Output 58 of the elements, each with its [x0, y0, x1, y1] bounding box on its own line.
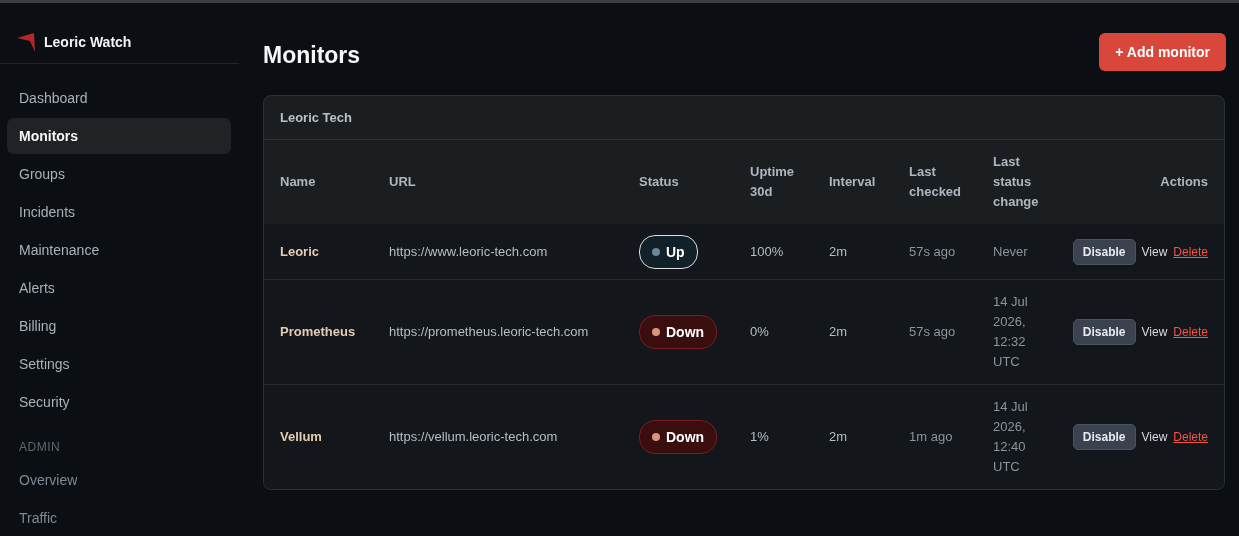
table-cell: 14 Jul 2026, 12:32 UTC — [993, 279, 1064, 385]
logo-icon — [16, 32, 36, 52]
table-cell: 14 Jul 2026, 12:40 UTC — [993, 384, 1064, 489]
group-title: Leoric Tech — [264, 96, 1224, 140]
table-cell: 100% — [750, 224, 829, 280]
sidebar-item[interactable]: Overview — [7, 462, 231, 498]
status-dot-icon — [652, 328, 660, 336]
delete-link[interactable]: Delete — [1173, 430, 1208, 444]
delete-link[interactable]: Delete — [1173, 244, 1208, 259]
sidebar-item[interactable]: Billing — [7, 308, 231, 344]
section-heading: ADMIN — [18, 439, 62, 456]
table-cell: 2m — [829, 384, 909, 489]
table-cell: Never — [993, 224, 1064, 280]
status-badge: Down — [639, 315, 718, 349]
status-badge: Down — [639, 420, 718, 454]
disable-button[interactable]: Disable — [1072, 238, 1136, 265]
sidebar-item[interactable]: Security — [7, 384, 231, 420]
disable-button[interactable]: Disable — [1072, 319, 1136, 345]
status-badge: Up — [639, 234, 698, 269]
delete-link[interactable]: Delete — [1173, 325, 1208, 339]
column-header: URL — [389, 140, 639, 224]
sidebar-item[interactable]: Dashboard — [7, 80, 231, 116]
url-cell: https://prometheus.leoric-tech.com — [389, 279, 639, 385]
view-link[interactable]: View — [1141, 325, 1168, 339]
status-dot-icon — [652, 247, 660, 256]
sidebar-item[interactable]: Incidents — [7, 194, 231, 230]
url-cell: https://vellum.leoric-tech.com — [389, 384, 639, 489]
status-dot-icon — [652, 433, 660, 441]
sidebar-item[interactable]: Traffic — [7, 500, 231, 536]
add-monitor-button[interactable]: + Add monitor — [1099, 33, 1226, 71]
table-cell: 1% — [750, 384, 829, 489]
brand-name: Leoric Watch — [44, 34, 132, 50]
view-link[interactable]: View — [1141, 244, 1168, 259]
monitor-name: Leoric — [264, 224, 389, 280]
table-cell: 2m — [829, 224, 909, 280]
column-header: Name — [264, 140, 389, 224]
disable-button[interactable]: Disable — [1072, 424, 1136, 450]
page-title: Monitors — [263, 40, 361, 69]
monitor-name: Vellum — [264, 384, 389, 489]
sidebar-item[interactable]: Settings — [7, 346, 231, 382]
sidebar-item[interactable]: Monitors — [7, 118, 231, 154]
column-header: Last checked — [909, 140, 993, 224]
column-header: Interval — [829, 140, 909, 224]
column-header: Uptime 30d — [750, 140, 829, 224]
view-link[interactable]: View — [1141, 430, 1168, 444]
sidebar-item[interactable]: Maintenance — [7, 232, 231, 268]
column-header: Last status change — [993, 140, 1064, 224]
column-header: Status — [639, 140, 750, 224]
table-cell: 1m ago — [909, 384, 993, 489]
sidebar-item[interactable]: Groups — [7, 156, 231, 192]
url-cell: https://www.leoric-tech.com — [389, 224, 639, 280]
monitor-name: Prometheus — [264, 279, 389, 385]
column-header: Actions — [1064, 140, 1224, 224]
table-cell: 57s ago — [909, 279, 993, 385]
table-cell: 0% — [750, 279, 829, 385]
sidebar-item[interactable]: Alerts — [7, 270, 231, 306]
table-cell: 57s ago — [909, 224, 993, 280]
table-cell: 2m — [829, 279, 909, 385]
